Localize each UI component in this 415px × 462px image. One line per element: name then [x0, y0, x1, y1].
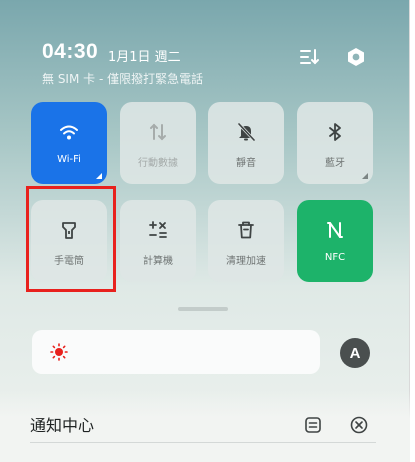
tile-mobile-data[interactable]: 行動數據: [120, 102, 196, 184]
tile-label: Wi-Fi: [57, 154, 81, 165]
notification-manage-icon[interactable]: [302, 414, 324, 436]
tile-nfc[interactable]: NFC: [297, 200, 373, 282]
status-date: 1月1日 週二: [108, 50, 181, 65]
sim-status: 無 SIM 卡 - 僅限撥打緊急電話: [42, 72, 204, 86]
bluetooth-icon: [323, 120, 347, 144]
tile-cleanup[interactable]: 清理加速: [208, 200, 284, 282]
sun-icon: [50, 343, 68, 361]
mobile-data-icon: [146, 120, 170, 144]
notification-divider: [30, 442, 376, 443]
auto-brightness-button[interactable]: A: [340, 338, 370, 368]
tile-silent[interactable]: 靜音: [208, 102, 284, 184]
status-time: 04:30: [42, 40, 99, 63]
wifi-icon: [57, 120, 81, 144]
bell-off-icon: [234, 120, 258, 144]
tile-calculator[interactable]: 計算機: [120, 200, 196, 282]
tile-label: 清理加速: [226, 256, 266, 267]
tile-bluetooth[interactable]: 藍牙: [297, 102, 373, 184]
expand-corner-icon: [96, 173, 102, 179]
sort-edit-icon[interactable]: [296, 44, 322, 70]
tile-label: 行動數據: [138, 158, 178, 169]
tile-label: 計算機: [143, 256, 173, 267]
brightness-slider[interactable]: [32, 330, 320, 374]
tile-label: 靜音: [236, 158, 256, 169]
calculator-icon: [146, 218, 170, 242]
tile-label: NFC: [324, 252, 346, 263]
flashlight-highlight-box: [26, 186, 116, 292]
tile-label: 藍牙: [325, 158, 345, 169]
expand-corner-icon: [362, 173, 368, 179]
clear-all-icon[interactable]: [348, 414, 370, 436]
panel-drag-handle[interactable]: [178, 307, 228, 311]
tile-wifi[interactable]: Wi-Fi: [31, 102, 107, 184]
trash-icon: [234, 218, 258, 242]
notification-center-title: 通知中心: [30, 416, 95, 435]
nfc-icon: [323, 218, 347, 242]
hexagon-settings-icon[interactable]: [343, 44, 369, 70]
